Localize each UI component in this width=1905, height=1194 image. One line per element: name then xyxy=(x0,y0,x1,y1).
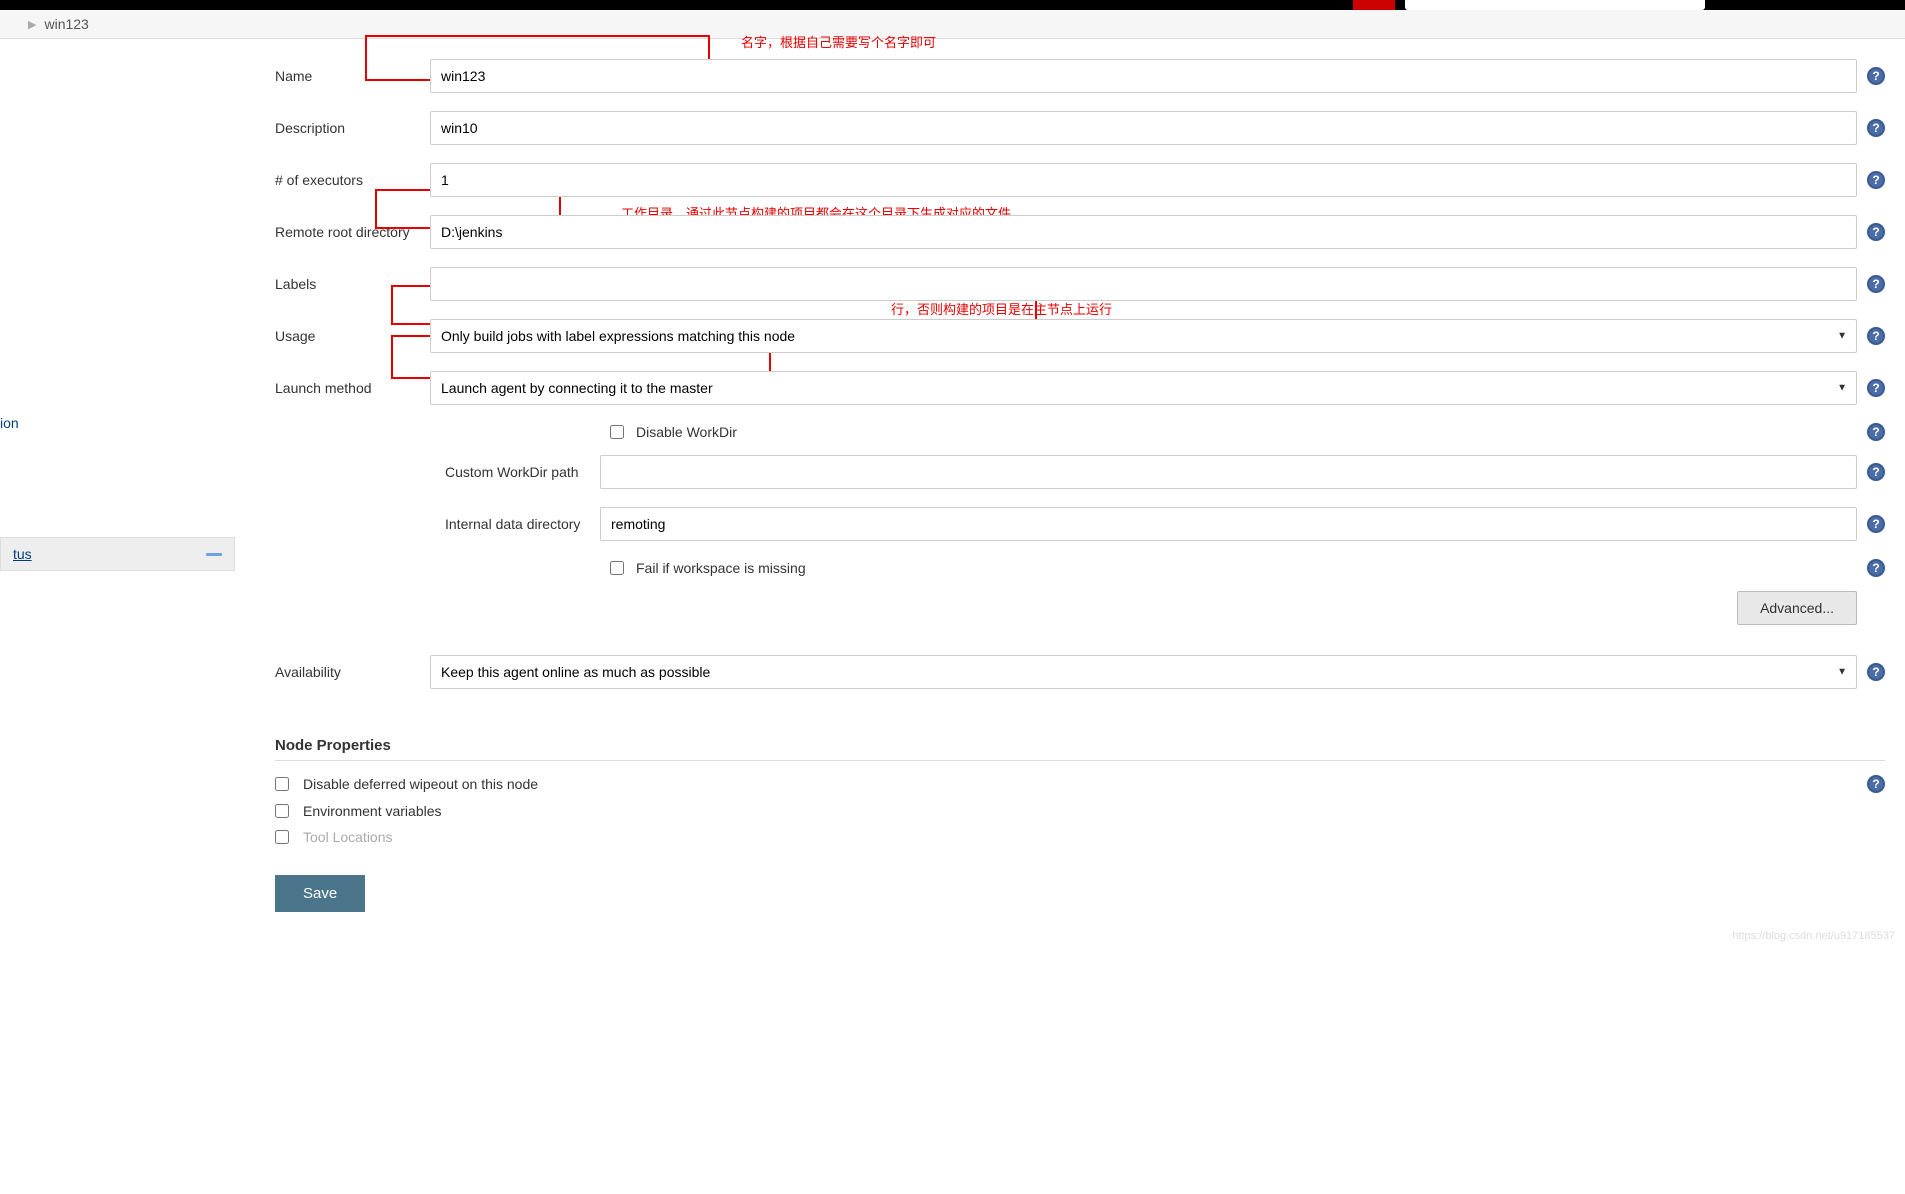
label-name: Name xyxy=(275,68,430,84)
help-icon[interactable] xyxy=(1867,67,1885,85)
help-icon[interactable] xyxy=(1867,515,1885,533)
annotation-name-note: 名字，根据自己需要写个名字即可 xyxy=(741,32,936,51)
label-remote-root: Remote root directory xyxy=(275,224,430,240)
node-properties-header: Node Properties xyxy=(275,737,1885,761)
help-icon[interactable] xyxy=(1867,663,1885,681)
help-icon[interactable] xyxy=(1867,463,1885,481)
label-labels: Labels xyxy=(275,276,430,292)
help-icon[interactable] xyxy=(1867,379,1885,397)
availability-select[interactable]: Keep this agent online as much as possib… xyxy=(430,655,1857,689)
minus-icon[interactable] xyxy=(206,553,222,556)
help-icon[interactable] xyxy=(1867,275,1885,293)
help-icon[interactable] xyxy=(1867,775,1885,793)
help-icon[interactable] xyxy=(1867,171,1885,189)
labels-input[interactable] xyxy=(430,267,1857,301)
header-bar xyxy=(0,0,1905,10)
label-usage: Usage xyxy=(275,328,430,344)
breadcrumb: ▶ win123 xyxy=(0,10,1905,39)
watermark-text: https://blog.csdn.net/u917185537 xyxy=(1732,930,1895,942)
executors-input[interactable] xyxy=(430,163,1857,197)
fail-if-missing-checkbox[interactable] xyxy=(610,561,624,575)
label-availability: Availability xyxy=(275,664,430,680)
help-icon[interactable] xyxy=(1867,119,1885,137)
label-custom-workdir: Custom WorkDir path xyxy=(445,464,600,480)
custom-workdir-input[interactable] xyxy=(600,455,1857,489)
help-icon[interactable] xyxy=(1867,223,1885,241)
np-env-vars-checkbox[interactable] xyxy=(275,804,289,818)
search-box[interactable] xyxy=(1405,0,1705,10)
advanced-button[interactable]: Advanced... xyxy=(1737,591,1857,625)
sidebar: ion tus xyxy=(0,39,235,932)
sidebar-status-box: tus xyxy=(0,537,235,571)
remote-root-input[interactable] xyxy=(430,215,1857,249)
help-icon[interactable] xyxy=(1867,423,1885,441)
np-tool-locations-checkbox[interactable] xyxy=(275,830,289,844)
sidebar-link-2[interactable]: tus xyxy=(13,546,32,562)
save-button[interactable]: Save xyxy=(275,875,365,912)
name-input[interactable] xyxy=(430,59,1857,93)
breadcrumb-separator-icon: ▶ xyxy=(28,18,36,31)
label-internal-data-dir: Internal data directory xyxy=(445,516,600,532)
label-launch-method: Launch method xyxy=(275,380,430,396)
disable-workdir-checkbox[interactable] xyxy=(610,425,624,439)
annotation-usage-note-2: 行，否则构建的项目是在主节点上运行 xyxy=(891,299,1112,318)
label-disable-workdir: Disable WorkDir xyxy=(636,424,737,440)
help-icon[interactable] xyxy=(1867,559,1885,577)
np-item-label: Tool Locations xyxy=(303,829,393,845)
sidebar-link-1[interactable]: ion xyxy=(0,409,235,437)
notification-badge[interactable] xyxy=(1353,0,1395,10)
np-disable-wipeout-checkbox[interactable] xyxy=(275,777,289,791)
breadcrumb-current[interactable]: win123 xyxy=(44,16,88,32)
np-item-label: Environment variables xyxy=(303,803,442,819)
help-icon[interactable] xyxy=(1867,327,1885,345)
launch-method-select[interactable]: Launch agent by connecting it to the mas… xyxy=(430,371,1857,405)
label-executors: # of executors xyxy=(275,172,430,188)
label-fail-if-missing: Fail if workspace is missing xyxy=(636,560,806,576)
main-content: 名字，根据自己需要写个名字即可 工作目录，通过此节点构建的项目都会在这个目录下生… xyxy=(235,39,1905,932)
internal-data-dir-input[interactable] xyxy=(600,507,1857,541)
usage-select[interactable]: Only build jobs with label expressions m… xyxy=(430,319,1857,353)
description-input[interactable] xyxy=(430,111,1857,145)
np-item-label: Disable deferred wipeout on this node xyxy=(303,776,538,792)
label-description: Description xyxy=(275,120,430,136)
